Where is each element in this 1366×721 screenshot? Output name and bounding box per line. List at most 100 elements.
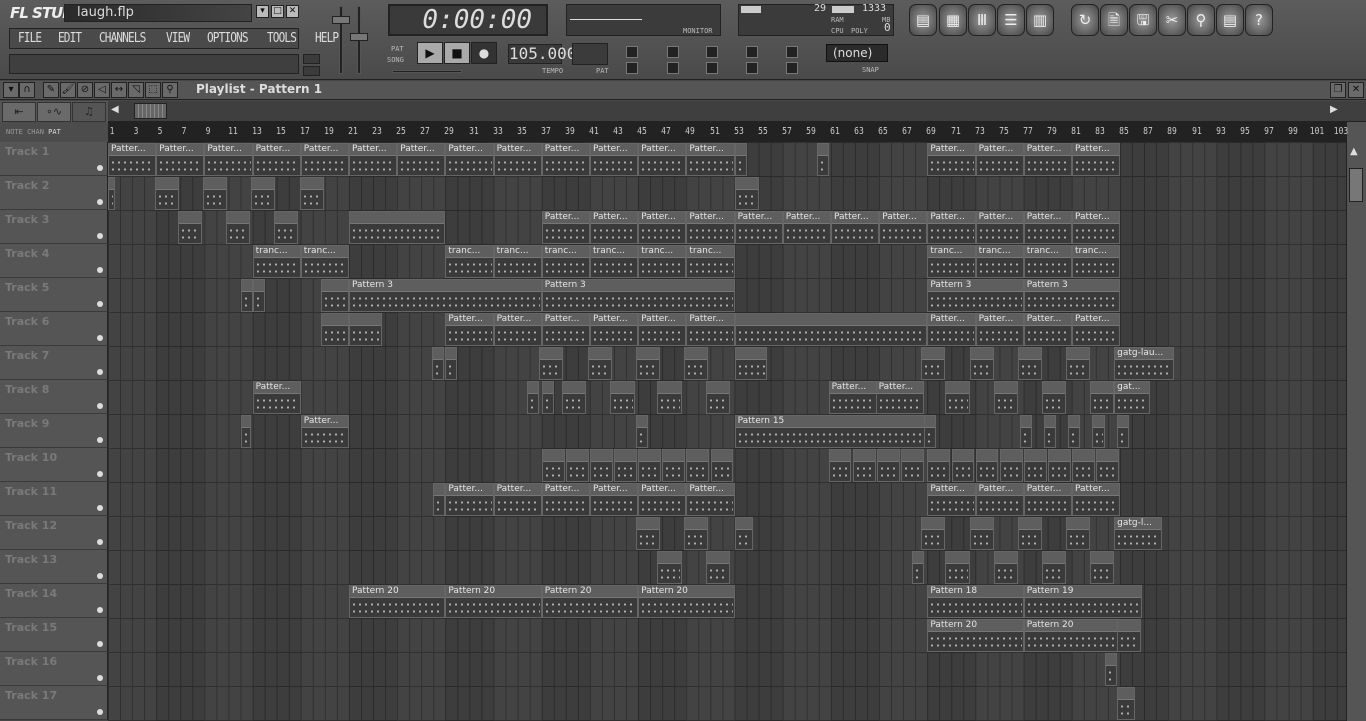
- playlist-clip[interactable]: Patter...: [879, 211, 928, 244]
- wait-input-toggle[interactable]: [667, 62, 679, 74]
- playlist-clip[interactable]: [1023, 449, 1047, 482]
- playlist-clip[interactable]: Patter...: [300, 143, 349, 176]
- delete-tool-icon[interactable]: ⊘: [77, 82, 93, 98]
- playlist-clip[interactable]: [1065, 347, 1091, 380]
- playlist-clip[interactable]: Patter...: [686, 313, 735, 346]
- playlist-clip[interactable]: [852, 449, 876, 482]
- playlist-clip[interactable]: [1041, 551, 1066, 584]
- playlist-clip[interactable]: Patter...: [445, 143, 494, 176]
- play-button[interactable]: ▶: [417, 42, 443, 64]
- playlist-clip[interactable]: Patter...: [638, 483, 687, 516]
- playlist-clip[interactable]: Patter...: [975, 313, 1024, 346]
- typing-keyboard-toggle[interactable]: [626, 46, 638, 58]
- playlist-clip[interactable]: Pattern 15: [734, 415, 928, 448]
- playlist-clip[interactable]: [1017, 517, 1042, 550]
- menu-file[interactable]: FILE: [18, 31, 42, 46]
- track-header[interactable]: Track 1: [0, 142, 108, 176]
- tempo-display[interactable]: 105.000: [508, 44, 576, 64]
- track-header[interactable]: Track 12: [0, 516, 108, 550]
- project-info-icon[interactable]: ▤: [1216, 4, 1244, 36]
- playlist-clip[interactable]: [1116, 619, 1141, 652]
- playlist-clip[interactable]: Patter...: [686, 483, 735, 516]
- zoom-tool-icon[interactable]: ⚲: [162, 82, 178, 98]
- tab-automation[interactable]: ∘∿: [37, 102, 71, 122]
- position-slider[interactable]: [392, 70, 462, 73]
- playlist-clip[interactable]: [1044, 415, 1057, 448]
- menu-help[interactable]: HELP: [315, 31, 339, 46]
- playlist-clip[interactable]: [635, 415, 648, 448]
- playlist-clip[interactable]: Patter...: [1072, 483, 1121, 516]
- playlist-clip[interactable]: Patter...: [445, 313, 494, 346]
- playlist-clip[interactable]: Patter...: [638, 143, 687, 176]
- track-enable-led[interactable]: [97, 505, 103, 511]
- playlist-clip[interactable]: Pattern 3: [541, 279, 735, 312]
- playlist-clip[interactable]: Patter...: [493, 483, 542, 516]
- playlist-clip[interactable]: tranc...: [927, 245, 976, 278]
- track-enable-led[interactable]: [97, 437, 103, 443]
- playlist-clip[interactable]: [923, 415, 936, 448]
- master-pitch-handle[interactable]: [350, 33, 368, 41]
- playlist-clip[interactable]: tranc...: [1023, 245, 1072, 278]
- snap-magnet-icon[interactable]: ∩: [19, 82, 35, 98]
- playlist-clip[interactable]: Patter...: [828, 381, 877, 414]
- slip-tool-icon[interactable]: ↔: [111, 82, 127, 98]
- playlist-clip[interactable]: [299, 177, 324, 210]
- track-enable-led[interactable]: [97, 641, 103, 647]
- playlist-clip[interactable]: [614, 449, 637, 482]
- playlist-clip[interactable]: Patter...: [590, 143, 639, 176]
- playlist-clip[interactable]: Patter...: [590, 313, 639, 346]
- playlist-clip[interactable]: Pattern 20: [541, 585, 639, 618]
- track-enable-led[interactable]: [97, 471, 103, 477]
- playlist-clip[interactable]: tranc...: [1072, 245, 1121, 278]
- playlist-clip[interactable]: [945, 381, 970, 414]
- playlist-clip[interactable]: Patter...: [300, 415, 349, 448]
- playlist-clip[interactable]: [610, 381, 635, 414]
- playlist-clip[interactable]: [1017, 347, 1042, 380]
- snap-select[interactable]: (none): [826, 44, 888, 62]
- paint-tool-icon[interactable]: 🖌: [60, 82, 76, 98]
- playlist-clip[interactable]: tranc...: [975, 245, 1024, 278]
- track-header[interactable]: Track 9: [0, 414, 108, 448]
- pat-mode-label[interactable]: PAT: [391, 45, 404, 53]
- playlist-clip[interactable]: Patter...: [1023, 143, 1072, 176]
- track-enable-led[interactable]: [97, 165, 103, 171]
- export-wave-icon[interactable]: 🖫: [1129, 4, 1157, 36]
- multilink-toggle[interactable]: [786, 46, 798, 58]
- playlist-clip[interactable]: [1065, 517, 1091, 550]
- step-edit-toggle[interactable]: [706, 46, 718, 58]
- playlist-clip[interactable]: [969, 347, 994, 380]
- detach-window-icon[interactable]: ❐: [1330, 82, 1346, 98]
- playlist-clip[interactable]: [108, 177, 116, 210]
- playlist-clip[interactable]: Patter...: [590, 483, 639, 516]
- playlist-clip[interactable]: Patter...: [349, 143, 398, 176]
- master-volume-handle[interactable]: [332, 16, 350, 24]
- playlist-clip[interactable]: [226, 211, 251, 244]
- playlist-clip[interactable]: [445, 347, 458, 380]
- playlist-clip[interactable]: Patter...: [1072, 211, 1121, 244]
- track-header[interactable]: Track 10: [0, 448, 108, 482]
- playlist-clip[interactable]: Pattern 3: [1023, 279, 1121, 312]
- playlist-window-button[interactable]: ▤: [909, 4, 937, 36]
- overdub-toggle[interactable]: [746, 62, 758, 74]
- playlist-clip[interactable]: [321, 279, 349, 312]
- scroll-thumb[interactable]: [134, 103, 167, 119]
- playlist-clip[interactable]: [635, 347, 660, 380]
- playlist-clip[interactable]: [527, 381, 540, 414]
- playlist-clip[interactable]: Patter...: [831, 211, 880, 244]
- playlist-clip[interactable]: [1090, 381, 1115, 414]
- playlist-clip[interactable]: [1116, 415, 1129, 448]
- playlist-clip[interactable]: [1092, 415, 1105, 448]
- close-button[interactable]: ✕: [286, 5, 299, 18]
- chan-label[interactable]: CHAN: [27, 128, 44, 136]
- playlist-clip[interactable]: gatg-lau...: [1114, 347, 1175, 380]
- playlist-clip[interactable]: Pattern 3: [349, 279, 542, 312]
- pat-label[interactable]: PAT: [48, 128, 61, 136]
- close-playlist-icon[interactable]: ✕: [1348, 82, 1364, 98]
- playlist-clip[interactable]: [1090, 551, 1115, 584]
- playlist-clip[interactable]: Patter...: [445, 483, 494, 516]
- playlist-clip[interactable]: [541, 381, 554, 414]
- playlist-clip[interactable]: Pattern 18: [927, 585, 1024, 618]
- playlist-clip[interactable]: [734, 347, 768, 380]
- track-enable-led[interactable]: [97, 369, 103, 375]
- countdown-toggle[interactable]: [667, 46, 679, 58]
